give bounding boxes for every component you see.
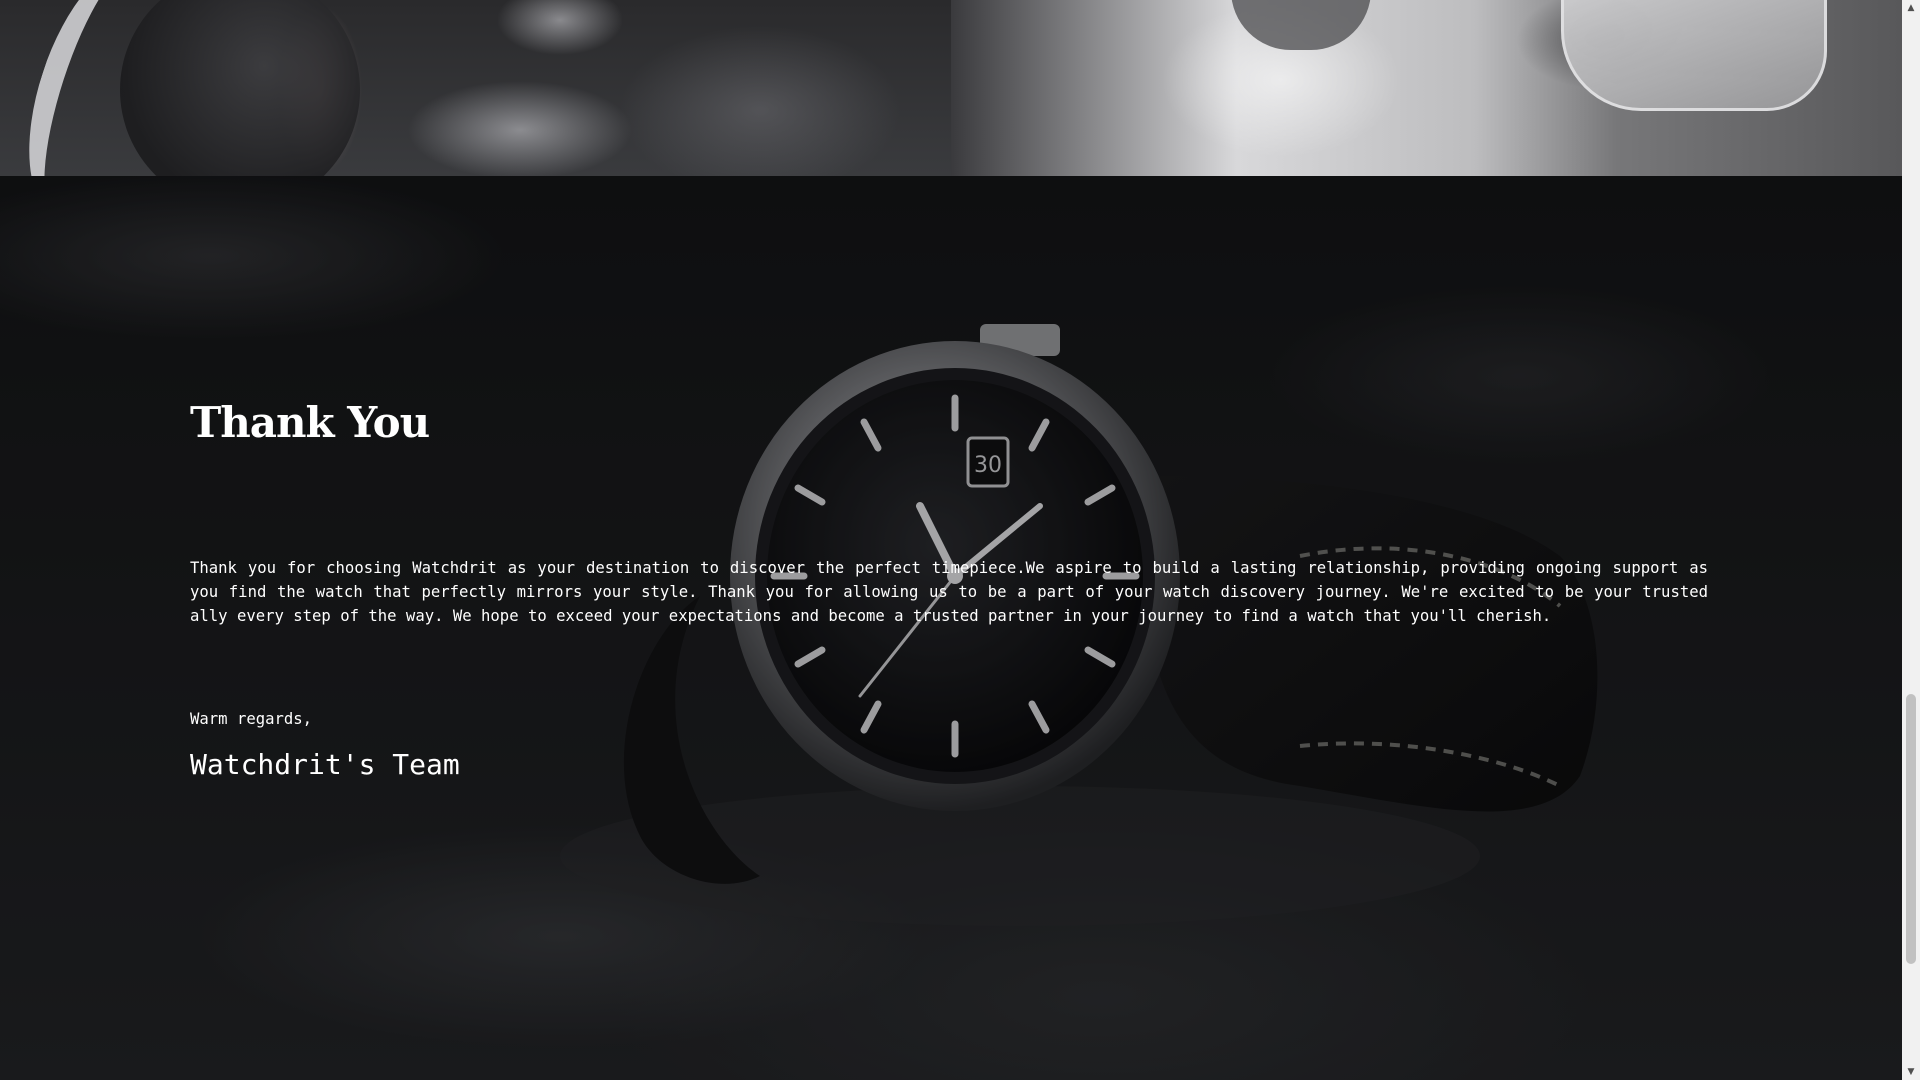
page-viewport: 30 Thank You Thank you for choosing Watc… xyxy=(0,0,1902,1080)
wristwatch-background-image: 30 xyxy=(0,176,1902,1080)
signoff-text: Warm regards, xyxy=(190,710,313,728)
thank-you-title: Thank You xyxy=(190,398,430,447)
watch-on-wrist-photo xyxy=(0,0,951,176)
page-scrollbar[interactable]: ▲ ▼ xyxy=(1902,0,1920,1080)
triangle-up-icon[interactable]: ▲ xyxy=(1902,0,1920,16)
chin-shape xyxy=(1231,0,1371,50)
image-overlay xyxy=(0,176,1902,1080)
watch-held-by-man-photo xyxy=(951,0,1902,176)
thank-you-message: Thank you for choosing Watchdrit as your… xyxy=(190,559,1708,625)
thank-you-section: 30 Thank You Thank you for choosing Watc… xyxy=(0,176,1902,1080)
scrollbar-thumb[interactable] xyxy=(1906,694,1916,964)
watch-case-back-shape xyxy=(1561,0,1827,111)
team-signature: Watchdrit's Team xyxy=(190,748,460,781)
triangle-down-icon[interactable]: ▼ xyxy=(1902,1064,1920,1080)
gallery-strip xyxy=(0,0,1902,176)
